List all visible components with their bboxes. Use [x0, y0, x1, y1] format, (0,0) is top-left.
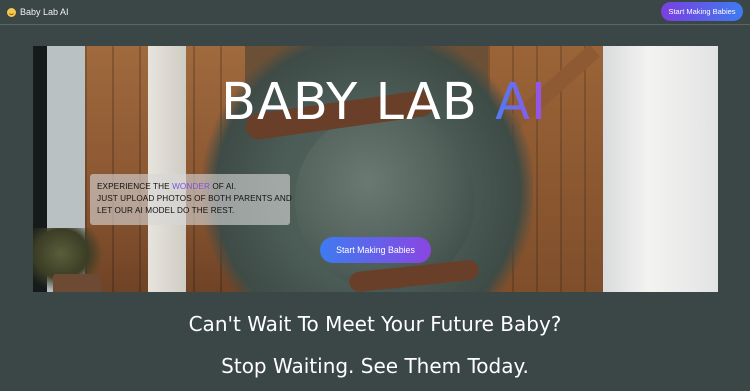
brand-logo[interactable]: Baby Lab AI [7, 5, 69, 19]
hero-banner: BABY LAB AI EXPERIENCE THE WONDER OF AI.… [33, 46, 718, 292]
hero-title-accent: AI [495, 73, 548, 132]
top-navbar: Baby Lab AI Start Making Babies [0, 0, 750, 25]
baby-face-icon [7, 7, 16, 17]
wonder-highlight: WONDER [172, 182, 210, 191]
info-line-2: JUST UPLOAD PHOTOS OF BOTH PARENTS AND [97, 194, 292, 203]
hero-title: BABY LAB AI [221, 72, 561, 134]
hero-title-main: BABY LAB [221, 73, 496, 132]
start-making-babies-nav-button[interactable]: Start Making Babies [661, 2, 743, 21]
info-line-1: EXPERIENCE THE WONDER OF AI. [97, 182, 237, 191]
hero-info-box: EXPERIENCE THE WONDER OF AI. JUST UPLOAD… [90, 174, 292, 225]
tagline-statement: Stop Waiting. See Them Today. [221, 354, 529, 378]
tagline-question: Can't Wait To Meet Your Future Baby? [188, 312, 562, 336]
info-line-3: LET OUR AI MODEL DO THE REST. [97, 206, 235, 215]
brand-name: Baby Lab AI [20, 7, 69, 17]
start-making-babies-hero-button[interactable]: Start Making Babies [320, 237, 431, 263]
